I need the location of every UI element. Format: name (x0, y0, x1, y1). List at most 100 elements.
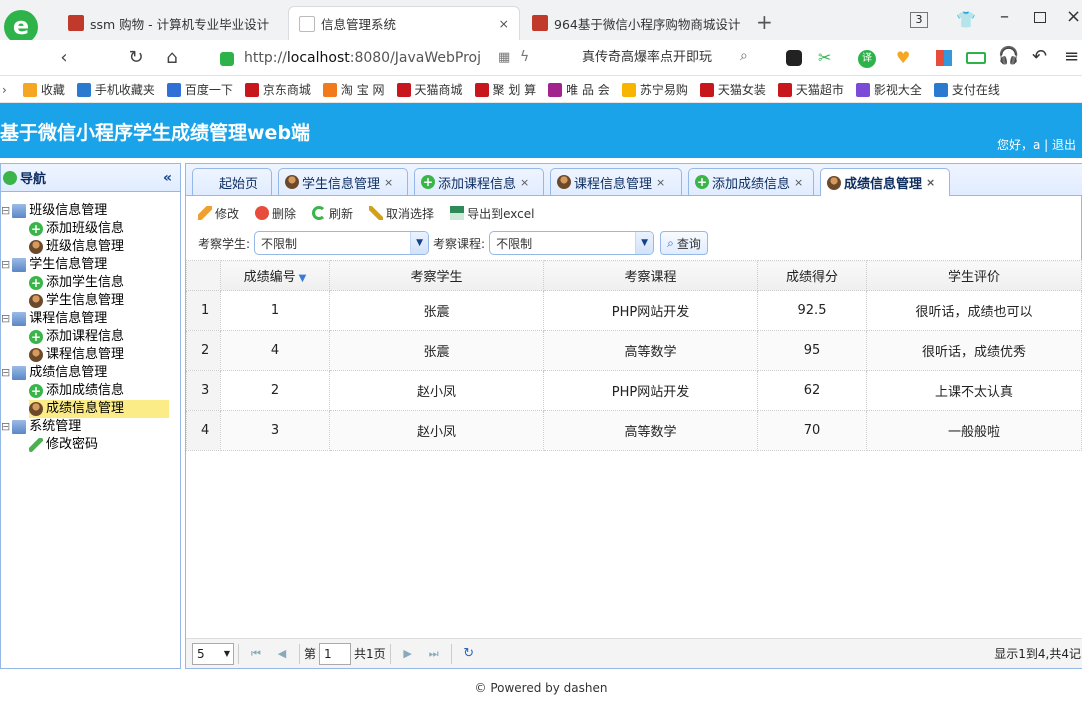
column-header[interactable]: 考察课程 (543, 260, 758, 291)
shirt-icon[interactable]: 👕 (956, 10, 976, 29)
unselect-button[interactable]: 取消选择 (369, 205, 434, 222)
edit-button[interactable]: 修改 (198, 205, 239, 222)
table-row[interactable]: 1 1 张震 PHP网站开发 92.5 很听话，成绩也可以 (186, 290, 1082, 331)
tree-node[interactable]: ⊟ 课程信息管理 (1, 310, 107, 328)
page-number-input[interactable]: 1 (319, 642, 352, 665)
refresh-button[interactable]: 刷新 (312, 205, 353, 222)
heart-icon[interactable]: ♥ (896, 48, 910, 67)
reload-icon[interactable]: ↻ (124, 46, 148, 70)
last-page-icon[interactable]: ⏭ (425, 645, 443, 663)
page-tab[interactable]: 起始页 (192, 168, 272, 195)
prev-page-icon[interactable]: ◀ (273, 645, 291, 663)
search-icon[interactable]: ⌕ (740, 48, 748, 64)
back-icon[interactable]: ‹ (52, 46, 76, 70)
tree-node[interactable]: + 添加课程信息 (29, 328, 169, 346)
tree-node[interactable]: ⊟ 学生信息管理 (1, 256, 107, 274)
page-tab[interactable]: 课程信息管理 × (550, 168, 682, 195)
bookmark-item[interactable]: 唯 品 会 (548, 81, 610, 98)
tree-node[interactable]: 课程信息管理 (29, 346, 169, 364)
bookmark-item[interactable]: 手机收藏夹 (76, 81, 155, 98)
new-tab-button[interactable]: + (756, 10, 773, 34)
minimize-icon[interactable]: – (1000, 6, 1009, 27)
tree-node[interactable]: ⊟ 系统管理 (1, 418, 81, 436)
table-row[interactable]: 4 3 赵小凤 高等数学 70 一般般啦 (186, 410, 1082, 451)
url-input[interactable]: http://localhost:8080/JavaWebProj (244, 46, 604, 70)
browser-tab-1[interactable]: 信息管理系统 × (288, 6, 520, 40)
table-row[interactable]: 2 4 张震 高等数学 95 很听话，成绩优秀 (186, 330, 1082, 371)
student-select[interactable]: 不限制 ▼ (254, 231, 430, 255)
bookmark-item[interactable]: 淘 宝 网 (322, 81, 385, 98)
delete-button[interactable]: 删除 (255, 205, 296, 222)
chevron-down-icon[interactable]: ▼ (410, 232, 429, 254)
table-row[interactable]: 3 2 赵小凤 PHP网站开发 62 上课不太认真 (186, 370, 1082, 411)
browser-tab-2[interactable]: 964基于微信小程序购物商城设计 (522, 6, 746, 40)
column-header[interactable]: 成绩编号 ▼ (220, 260, 330, 291)
tree-node[interactable]: 成绩信息管理 (29, 400, 169, 418)
query-button[interactable]: ⌕ 查询 (660, 231, 708, 255)
first-page-icon[interactable]: ⏮ (247, 645, 265, 663)
extension-icon[interactable] (786, 50, 802, 66)
tree-node[interactable]: ⊟ 成绩信息管理 (1, 364, 107, 382)
column-header[interactable]: 学生评价 (866, 260, 1082, 291)
tree-toggle-icon[interactable]: ⊟ (1, 256, 10, 274)
translate-icon[interactable]: 译 (858, 50, 876, 68)
menu-icon[interactable]: ≡ (1064, 46, 1079, 67)
tree-node[interactable]: 学生信息管理 (29, 292, 169, 310)
tree-node[interactable]: ⊟ 班级信息管理 (1, 202, 107, 220)
apps-icon[interactable] (936, 50, 952, 66)
page-size-select[interactable]: 5 ▼ (192, 642, 234, 665)
tree-toggle-icon[interactable]: ⊟ (1, 310, 10, 328)
bookmark-item[interactable]: 支付在线 (933, 81, 1000, 98)
tree-node[interactable]: + 添加学生信息 (29, 274, 169, 292)
page-tab[interactable]: 成绩信息管理 × (820, 168, 950, 196)
next-page-icon[interactable]: ▶ (399, 645, 417, 663)
home-icon[interactable]: ⌂ (160, 46, 184, 70)
page-tab[interactable]: + 添加课程信息 × (414, 168, 544, 195)
bookmark-item[interactable]: 京东商城 (244, 81, 311, 98)
column-header[interactable]: 考察学生 (329, 260, 544, 291)
tab-count-badge[interactable]: 3 (910, 12, 928, 28)
close-icon[interactable]: × (926, 176, 935, 189)
window-close-icon[interactable]: × (1066, 6, 1081, 27)
tree-node[interactable]: + 添加班级信息 (29, 220, 169, 238)
tree-node[interactable]: 修改密码 (29, 436, 169, 454)
column-header[interactable]: 成绩得分 (757, 260, 867, 291)
tree-toggle-icon[interactable]: ⊟ (1, 202, 10, 220)
close-icon[interactable]: × (491, 16, 509, 31)
bookmark-item[interactable]: 收藏 (22, 81, 65, 98)
page-tab[interactable]: + 添加成绩信息 × (688, 168, 814, 195)
bookmark-item[interactable]: 苏宁易购 (621, 81, 688, 98)
reload-icon[interactable]: ↻ (460, 645, 478, 663)
page-tab[interactable]: 学生信息管理 × (278, 168, 408, 195)
bookmark-item[interactable]: 影视大全 (855, 81, 922, 98)
tree-toggle-icon[interactable]: ⊟ (1, 364, 10, 382)
undo-icon[interactable]: ↶ (1032, 46, 1047, 67)
bookmark-item[interactable]: 天猫商城 (396, 81, 463, 98)
scissors-icon[interactable]: ✂ (818, 48, 831, 67)
page-tab-label: 起始页 (219, 176, 259, 192)
bookmark-item[interactable]: 天猫超市 (777, 81, 844, 98)
bookmark-item[interactable]: 聚 划 算 (474, 81, 536, 98)
close-icon[interactable]: × (384, 176, 393, 189)
browser-tab-0[interactable]: ssm 购物 - 计算机专业毕业设计 (58, 6, 282, 40)
user-greeting[interactable]: 您好，a | 退出 (997, 136, 1076, 153)
grid-icon[interactable]: ▦ (498, 50, 510, 65)
close-icon[interactable]: × (656, 176, 665, 189)
tree-toggle-icon[interactable]: ⊟ (1, 418, 10, 436)
close-icon[interactable]: × (520, 176, 529, 189)
headphones-icon[interactable]: 🎧 (998, 46, 1019, 66)
maximize-icon[interactable] (1034, 12, 1046, 23)
chevron-down-icon[interactable]: ▼ (224, 649, 230, 658)
course-select[interactable]: 不限制 ▼ (489, 231, 655, 255)
tree-node[interactable]: + 添加成绩信息 (29, 382, 169, 400)
chevron-right-icon[interactable]: › (2, 83, 7, 97)
battery-icon[interactable] (966, 52, 986, 64)
bookmark-item[interactable]: 天猫女装 (699, 81, 766, 98)
tree-node[interactable]: 班级信息管理 (29, 238, 169, 256)
bookmark-item[interactable]: 百度一下 (166, 81, 233, 98)
chevron-down-icon[interactable]: ▼ (635, 232, 654, 254)
close-icon[interactable]: × (794, 176, 803, 189)
export-button[interactable]: 导出到excel (450, 205, 534, 222)
lightning-icon[interactable]: ϟ (520, 49, 529, 65)
collapse-icon[interactable]: « (163, 170, 172, 186)
